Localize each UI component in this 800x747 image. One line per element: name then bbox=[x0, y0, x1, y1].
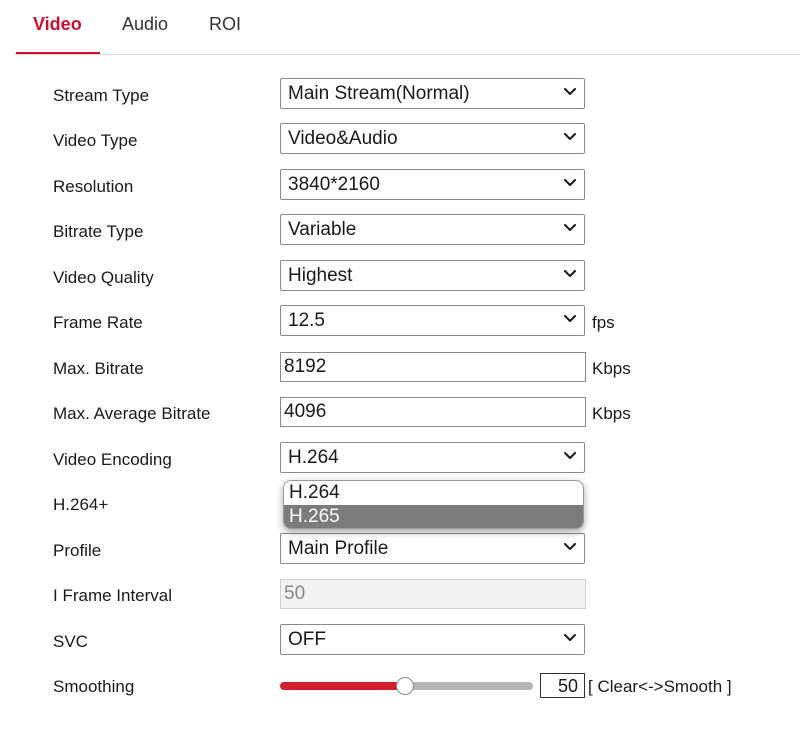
tab-divider bbox=[14, 54, 800, 55]
bitrate-type-label: Bitrate Type bbox=[53, 222, 144, 241]
smoothing-slider-handle[interactable] bbox=[396, 677, 414, 695]
dropdown-option-h265[interactable]: H.265 bbox=[284, 505, 583, 528]
video-quality-select[interactable]: Highest bbox=[280, 260, 585, 291]
smoothing-hint: [ Clear<->Smooth ] bbox=[588, 677, 732, 696]
tab-roi[interactable]: ROI bbox=[209, 14, 241, 35]
i-frame-interval-input: 50 bbox=[280, 579, 586, 609]
profile-label: Profile bbox=[53, 541, 102, 560]
h264-plus-label: H.264+ bbox=[53, 495, 109, 514]
smoothing-slider-fill bbox=[280, 682, 404, 690]
frame-rate-unit: fps bbox=[592, 313, 615, 332]
video-type-label: Video Type bbox=[53, 131, 138, 150]
video-encoding-value: H.264 bbox=[288, 447, 339, 468]
bitrate-type-select[interactable]: Variable bbox=[280, 214, 585, 245]
bitrate-type-value: Variable bbox=[288, 219, 357, 240]
chevron-down-icon bbox=[564, 224, 576, 232]
smoothing-slider-track[interactable] bbox=[400, 682, 533, 690]
chevron-down-icon bbox=[564, 452, 576, 460]
max-bitrate-input[interactable]: 8192 bbox=[280, 352, 586, 382]
i-frame-interval-label: I Frame Interval bbox=[53, 586, 173, 605]
max-average-bitrate-unit: Kbps bbox=[592, 404, 631, 423]
tab-audio[interactable]: Audio bbox=[122, 14, 168, 35]
video-encoding-select[interactable]: H.264 bbox=[280, 442, 585, 473]
smoothing-label: Smoothing bbox=[53, 677, 135, 696]
frame-rate-label: Frame Rate bbox=[53, 313, 143, 332]
chevron-down-icon bbox=[564, 179, 576, 187]
profile-value: Main Profile bbox=[288, 538, 389, 559]
video-encoding-label: Video Encoding bbox=[53, 450, 172, 469]
tab-video[interactable]: Video bbox=[33, 14, 82, 35]
resolution-value: 3840*2160 bbox=[288, 174, 380, 195]
chevron-down-icon bbox=[564, 543, 576, 551]
max-average-bitrate-value: 4096 bbox=[284, 401, 327, 422]
max-average-bitrate-label: Max. Average Bitrate bbox=[53, 404, 211, 423]
resolution-label: Resolution bbox=[53, 177, 134, 196]
resolution-select[interactable]: 3840*2160 bbox=[280, 169, 585, 200]
chevron-down-icon bbox=[564, 315, 576, 323]
chevron-down-icon bbox=[564, 133, 576, 141]
frame-rate-select[interactable]: 12.5 bbox=[280, 305, 585, 336]
video-encoding-dropdown-list: H.264 H.265 bbox=[283, 480, 584, 529]
dropdown-option-h264[interactable]: H.264 bbox=[284, 481, 583, 504]
tab-bar: Video Audio ROI bbox=[0, 0, 800, 56]
chevron-down-icon bbox=[564, 634, 576, 642]
video-quality-label: Video Quality bbox=[53, 268, 154, 287]
smoothing-value-input[interactable]: 50 bbox=[540, 673, 585, 698]
chevron-down-icon bbox=[564, 88, 576, 96]
stream-type-value: Main Stream(Normal) bbox=[288, 83, 470, 104]
chevron-down-icon bbox=[564, 270, 576, 278]
stream-type-select[interactable]: Main Stream(Normal) bbox=[280, 78, 585, 109]
profile-select[interactable]: Main Profile bbox=[280, 533, 585, 564]
svc-select[interactable]: OFF bbox=[280, 624, 585, 655]
smoothing-value: 50 bbox=[557, 676, 578, 696]
max-bitrate-unit: Kbps bbox=[592, 359, 631, 378]
svc-label: SVC bbox=[53, 632, 88, 651]
svc-value: OFF bbox=[288, 629, 326, 650]
stream-type-label: Stream Type bbox=[53, 86, 150, 105]
max-bitrate-label: Max. Bitrate bbox=[53, 359, 144, 378]
frame-rate-value: 12.5 bbox=[288, 310, 325, 331]
video-type-select[interactable]: Video&Audio bbox=[280, 123, 585, 154]
i-frame-interval-value: 50 bbox=[284, 583, 306, 604]
max-bitrate-value: 8192 bbox=[284, 356, 327, 377]
video-type-value: Video&Audio bbox=[288, 128, 398, 149]
max-average-bitrate-input[interactable]: 4096 bbox=[280, 397, 586, 427]
video-quality-value: Highest bbox=[288, 265, 353, 286]
